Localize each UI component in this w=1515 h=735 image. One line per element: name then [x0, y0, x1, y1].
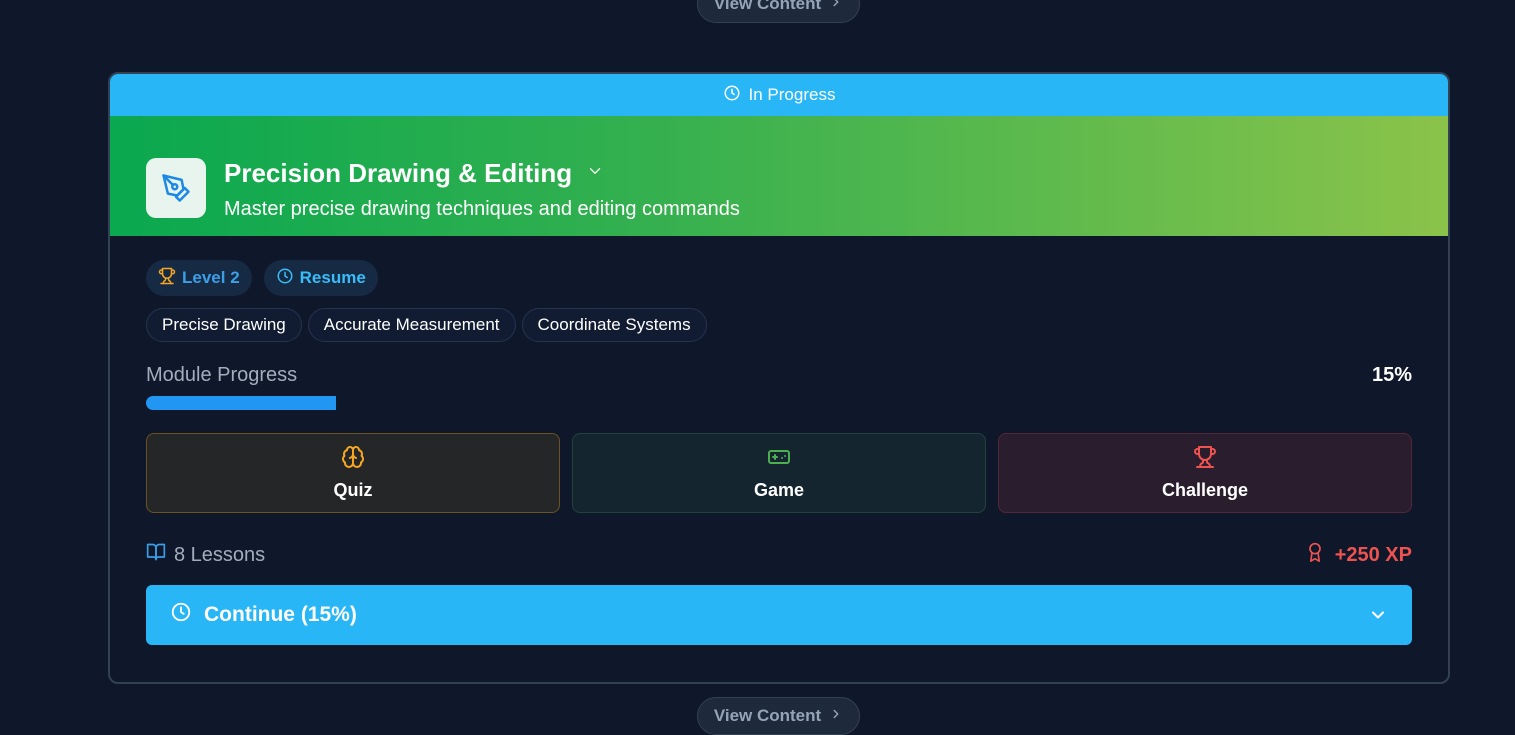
- view-content-label: View Content: [713, 706, 822, 725]
- gamepad-icon: [767, 445, 791, 474]
- module-subtitle: Master precise drawing techniques and ed…: [224, 198, 740, 220]
- view-content-label: View Content: [713, 0, 822, 13]
- status-label: In Progress: [748, 85, 836, 104]
- clock-icon: [170, 601, 192, 629]
- module-header: Precision Drawing & Editing Master preci…: [110, 116, 1448, 236]
- view-content-button[interactable]: View Content: [697, 697, 860, 735]
- lesson-count-label: 8 Lessons: [174, 543, 266, 566]
- chevron-right-icon: [829, 706, 843, 726]
- progress-bar: [146, 396, 1412, 410]
- award-icon: [1305, 542, 1325, 568]
- trophy-icon: [158, 267, 176, 290]
- xp-label: +250 XP: [1334, 543, 1412, 566]
- view-content-button[interactable]: View Content: [697, 0, 860, 23]
- topic-tag: Precise Drawing: [146, 308, 302, 342]
- continue-label: Continue (15%): [204, 603, 357, 626]
- badge-row: Level 2 Resume: [146, 260, 378, 296]
- resume-badge[interactable]: Resume: [263, 260, 378, 296]
- book-open-icon: [146, 542, 166, 568]
- chevron-down-icon[interactable]: [586, 162, 604, 185]
- quiz-label: Quiz: [333, 480, 373, 500]
- progress-label: Module Progress: [146, 364, 298, 386]
- topic-tag: Accurate Measurement: [307, 308, 516, 342]
- topic-tags: Precise Drawing Accurate Measurement Coo…: [146, 308, 707, 342]
- topic-tag: Coordinate Systems: [521, 308, 707, 342]
- xp-reward: +250 XP: [1305, 542, 1412, 568]
- status-banner: In Progress: [110, 74, 1448, 116]
- progress-fill: [146, 396, 336, 410]
- resume-label: Resume: [299, 268, 366, 287]
- challenge-button[interactable]: Challenge: [998, 433, 1412, 513]
- quiz-button[interactable]: Quiz: [146, 433, 560, 513]
- clock-icon: [276, 267, 294, 290]
- challenge-label: Challenge: [1161, 480, 1249, 500]
- continue-button[interactable]: Continue (15%): [146, 585, 1412, 645]
- activity-row: Quiz Game Challenge: [146, 433, 1412, 513]
- progress-value: 15%: [1371, 364, 1412, 386]
- game-label: Game: [753, 480, 805, 500]
- module-card: In Progress Precision Drawing & Editing …: [108, 72, 1450, 684]
- chevron-down-icon[interactable]: [1368, 605, 1388, 625]
- game-button[interactable]: Game: [572, 433, 986, 513]
- pen-tool-icon: [146, 158, 206, 218]
- lesson-count: 8 Lessons: [146, 542, 265, 568]
- chevron-right-icon: [829, 0, 843, 14]
- level-badge: Level 2: [146, 260, 252, 296]
- brain-icon: [341, 445, 365, 474]
- level-label: Level 2: [182, 268, 240, 287]
- trophy-icon: [1193, 445, 1217, 474]
- module-title: Precision Drawing & Editing: [224, 158, 573, 188]
- clock-icon: [723, 84, 741, 107]
